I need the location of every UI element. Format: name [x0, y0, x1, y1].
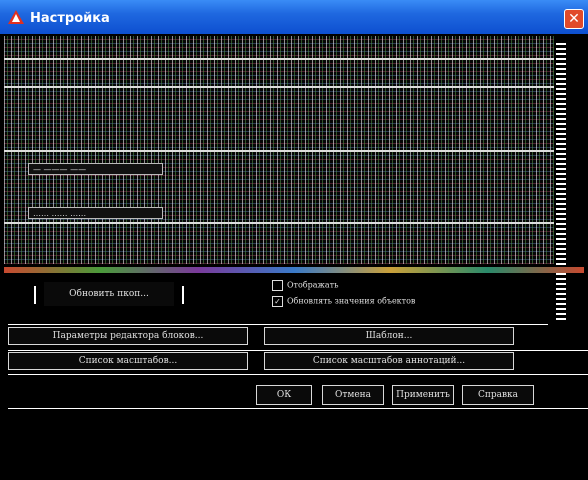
checkbox-label: Обновлять значения объектов [287, 296, 416, 306]
divider [4, 86, 554, 88]
divider [4, 150, 554, 152]
checkbox-box[interactable] [272, 280, 283, 291]
divider [4, 222, 554, 224]
divider [8, 374, 588, 375]
scrollbar[interactable] [556, 40, 566, 320]
block-editor-settings-button[interactable]: Параметры редактора блоков... [8, 327, 248, 345]
close-icon: ✕ [568, 11, 580, 27]
title-bar[interactable]: Настройка ✕ [0, 0, 588, 34]
divider [34, 286, 36, 304]
settings-field[interactable]: — ——— —— [28, 163, 163, 175]
checkbox-update-objects[interactable]: ✓ Обновлять значения объектов [272, 296, 415, 307]
divider [8, 408, 588, 409]
window-title: Настройка [30, 11, 110, 26]
annotation-scale-list-button[interactable]: Список масштабов аннотаций... [264, 352, 514, 370]
help-button[interactable]: Справка [462, 385, 534, 405]
close-button[interactable]: ✕ [564, 9, 584, 29]
settings-field[interactable]: …… …… …… [28, 207, 163, 219]
divider [8, 350, 588, 351]
template-button[interactable]: Шаблон... [264, 327, 514, 345]
divider [182, 286, 184, 304]
color-strip [4, 267, 584, 273]
autocad-icon [8, 10, 24, 24]
ok-button[interactable]: ОК [256, 385, 312, 405]
update-button[interactable]: Обновить пкоп... [44, 282, 174, 306]
checkbox-display[interactable]: Отображать [272, 280, 338, 291]
divider [8, 324, 548, 325]
divider [4, 58, 554, 60]
cancel-button[interactable]: Отмена [322, 385, 384, 405]
scale-list-button[interactable]: Список масштабов... [8, 352, 248, 370]
settings-dialog: Настройка ✕ — ——— —— …… …… …… Обновить п… [0, 0, 588, 480]
apply-button[interactable]: Применить [392, 385, 454, 405]
checkbox-label: Отображать [287, 280, 339, 290]
check-icon[interactable]: ✓ [272, 296, 283, 307]
